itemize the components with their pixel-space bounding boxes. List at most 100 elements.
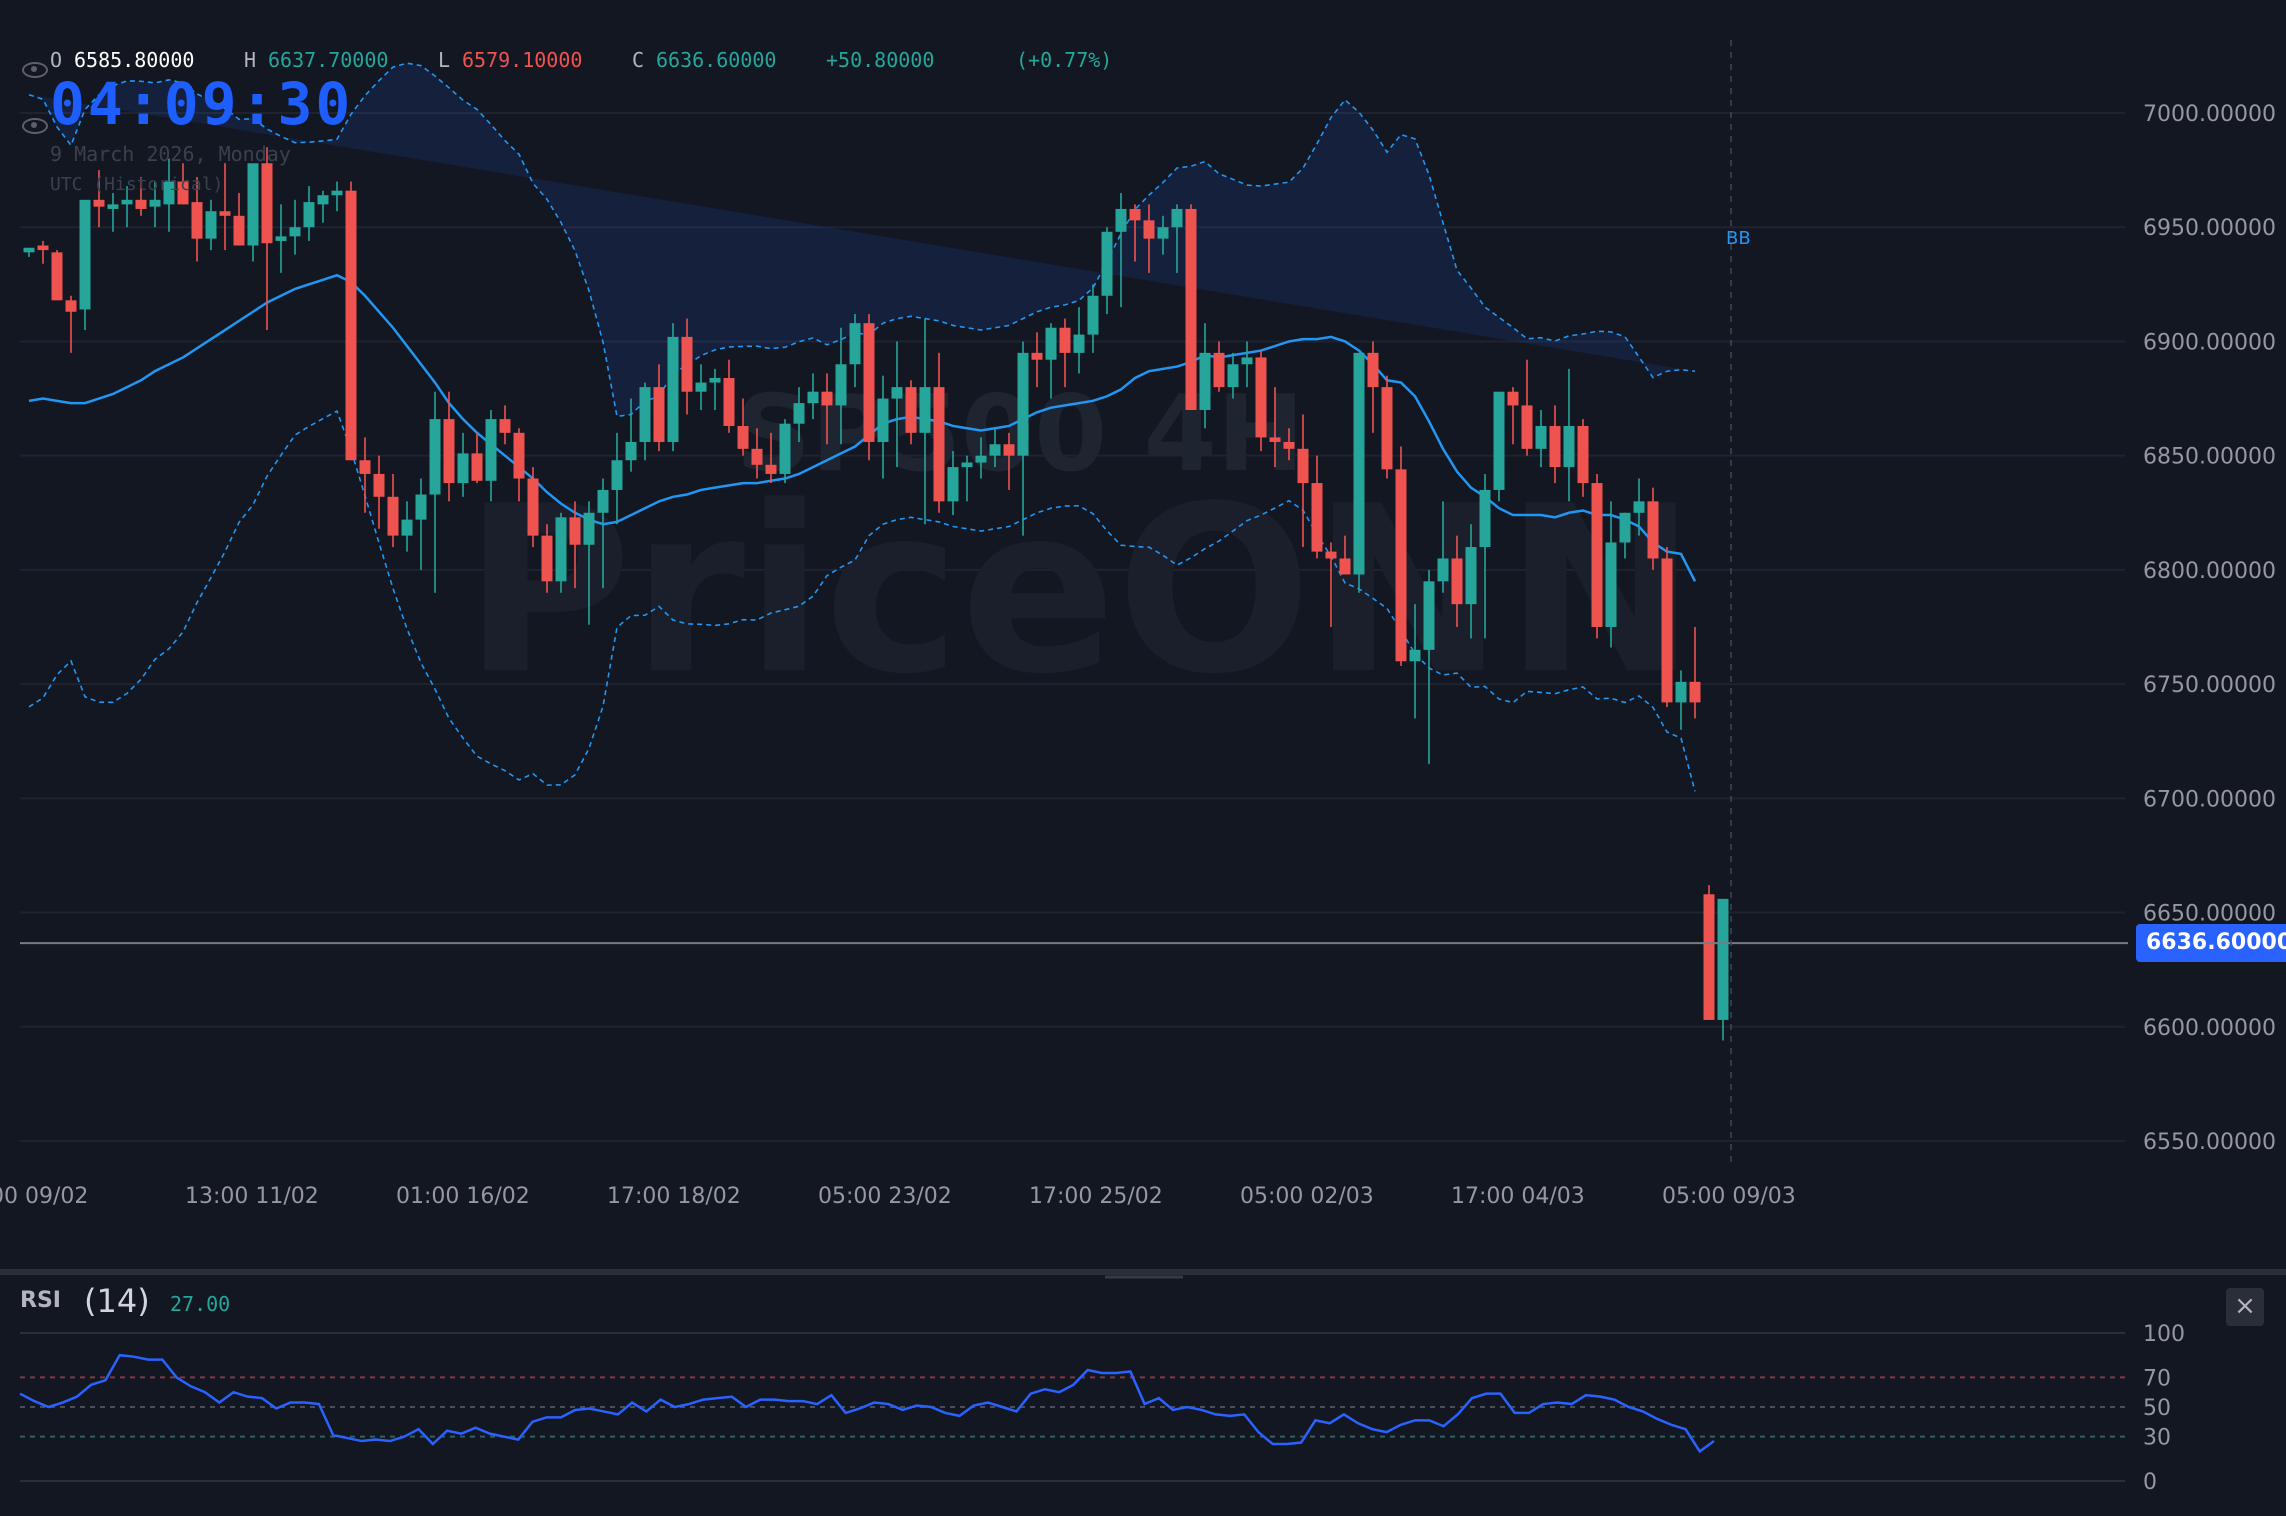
low-value: 6579.10000 — [462, 48, 583, 72]
high-label: H — [244, 48, 257, 72]
candle-down — [541, 535, 553, 582]
clock-display: 04:09:30 — [50, 70, 354, 138]
eye-icon[interactable] — [22, 118, 48, 134]
candle-down — [681, 336, 693, 392]
candle-down — [933, 387, 945, 502]
candle-up — [1199, 352, 1211, 410]
open-label: O — [50, 48, 63, 72]
candle-up — [611, 460, 623, 490]
candle-up — [1535, 425, 1547, 449]
time-axis: 00 09/02 13:00 11/02 01:00 16/02 17:00 18/0… — [0, 1184, 1796, 1209]
candle-down — [527, 478, 539, 536]
time-tick-label: 13:00 11/02 — [185, 1184, 319, 1209]
candle-down — [821, 391, 833, 406]
candle-down — [1549, 425, 1561, 468]
price-tick-label: 6800.00000 — [2143, 559, 2276, 584]
rsi-tick-label: 50 — [2143, 1396, 2171, 1421]
candle-up — [793, 403, 805, 424]
candle-up — [1353, 352, 1365, 575]
timezone-text: UTC (Historical) — [50, 174, 224, 195]
price-tick-label: 7000.00000 — [2143, 102, 2276, 127]
price-tick-label: 6700.00000 — [2143, 787, 2276, 812]
watermark-brand: PriceONN — [463, 458, 1697, 725]
candle-down — [1395, 469, 1407, 662]
time-tick-label: 17:00 18/02 — [607, 1184, 741, 1209]
candle-up — [1409, 649, 1421, 662]
price-tick-label: 6750.00000 — [2143, 673, 2276, 698]
time-tick-label: 05:00 02/03 — [1240, 1184, 1374, 1209]
candle-up — [1171, 208, 1183, 228]
candle-up — [1157, 227, 1169, 239]
candle-down — [261, 163, 273, 244]
candle-down — [359, 460, 371, 474]
candle-down — [1325, 551, 1337, 559]
candle-up — [835, 364, 847, 406]
candle-up — [1465, 547, 1477, 605]
candle-down — [1381, 387, 1393, 470]
candle-up — [597, 489, 609, 513]
candle-up — [415, 494, 427, 520]
candle-up — [877, 398, 889, 442]
candle-down — [1059, 327, 1071, 353]
candle-up — [583, 512, 595, 545]
candle-down — [751, 448, 763, 465]
low-label: L — [438, 48, 451, 72]
candle-down — [65, 300, 77, 312]
candle-down — [1367, 352, 1379, 388]
candle-up — [891, 387, 903, 399]
price-tick-label: 6850.00000 — [2143, 445, 2276, 470]
candle-down — [345, 190, 357, 461]
candle-down — [1003, 444, 1015, 456]
candle-down — [653, 387, 665, 442]
rsi-title: RSI — [20, 1288, 61, 1313]
rsi-tick-label: 30 — [2143, 1426, 2171, 1451]
eye-icon[interactable] — [22, 62, 48, 78]
candle-down — [387, 496, 399, 536]
candle-up — [331, 190, 343, 196]
candle-down — [37, 245, 49, 251]
price-axis: 7000.00000 6950.00000 6900.00000 6850.00000… — [2143, 102, 2276, 1155]
change-value: +50.80000 — [826, 48, 935, 72]
price-tick-label: 6900.00000 — [2143, 330, 2276, 355]
candle-down — [737, 425, 749, 449]
candle-up — [107, 204, 119, 209]
rsi-value: 27.00 — [170, 1292, 231, 1316]
candle-up — [1605, 542, 1617, 627]
candle-up — [639, 387, 651, 442]
candle-up — [1563, 425, 1575, 468]
candle-down — [513, 432, 525, 479]
pane-divider[interactable] — [0, 1269, 2286, 1279]
candle-up — [289, 227, 301, 237]
candle-down — [51, 252, 63, 301]
candle-down — [191, 202, 203, 239]
candle-up — [1017, 352, 1029, 456]
price-tick-label: 6950.00000 — [2143, 216, 2276, 241]
candle-down — [1591, 483, 1603, 627]
candle-down — [1311, 483, 1323, 552]
close-icon[interactable]: × — [2226, 1288, 2264, 1326]
candle-down — [219, 211, 231, 216]
candle-down — [1577, 425, 1589, 484]
candle-up — [205, 211, 217, 239]
open-value: 6585.80000 — [74, 48, 195, 72]
candle-down — [1647, 501, 1659, 559]
candle-up — [919, 387, 931, 433]
bb-indicator-label[interactable]: BB — [1726, 228, 1751, 249]
time-tick-label: 17:00 04/03 — [1451, 1184, 1585, 1209]
candle-up — [709, 377, 721, 383]
candle-down — [569, 517, 581, 545]
candle-down — [1689, 681, 1701, 703]
time-tick-label: 05:00 23/02 — [818, 1184, 952, 1209]
candle-down — [765, 464, 777, 474]
candle-up — [275, 236, 287, 241]
candle-up — [1619, 512, 1631, 543]
candle-down — [863, 323, 875, 442]
candle-down — [723, 377, 735, 426]
candle-up — [1633, 501, 1645, 513]
candle-up — [625, 441, 637, 461]
date-text: 9 March 2026, Monday — [50, 142, 291, 166]
rsi-tick-label: 0 — [2143, 1470, 2157, 1495]
candle-down — [1213, 352, 1225, 388]
candle-up — [1241, 357, 1253, 365]
close-value: 6636.60000 — [656, 48, 777, 72]
